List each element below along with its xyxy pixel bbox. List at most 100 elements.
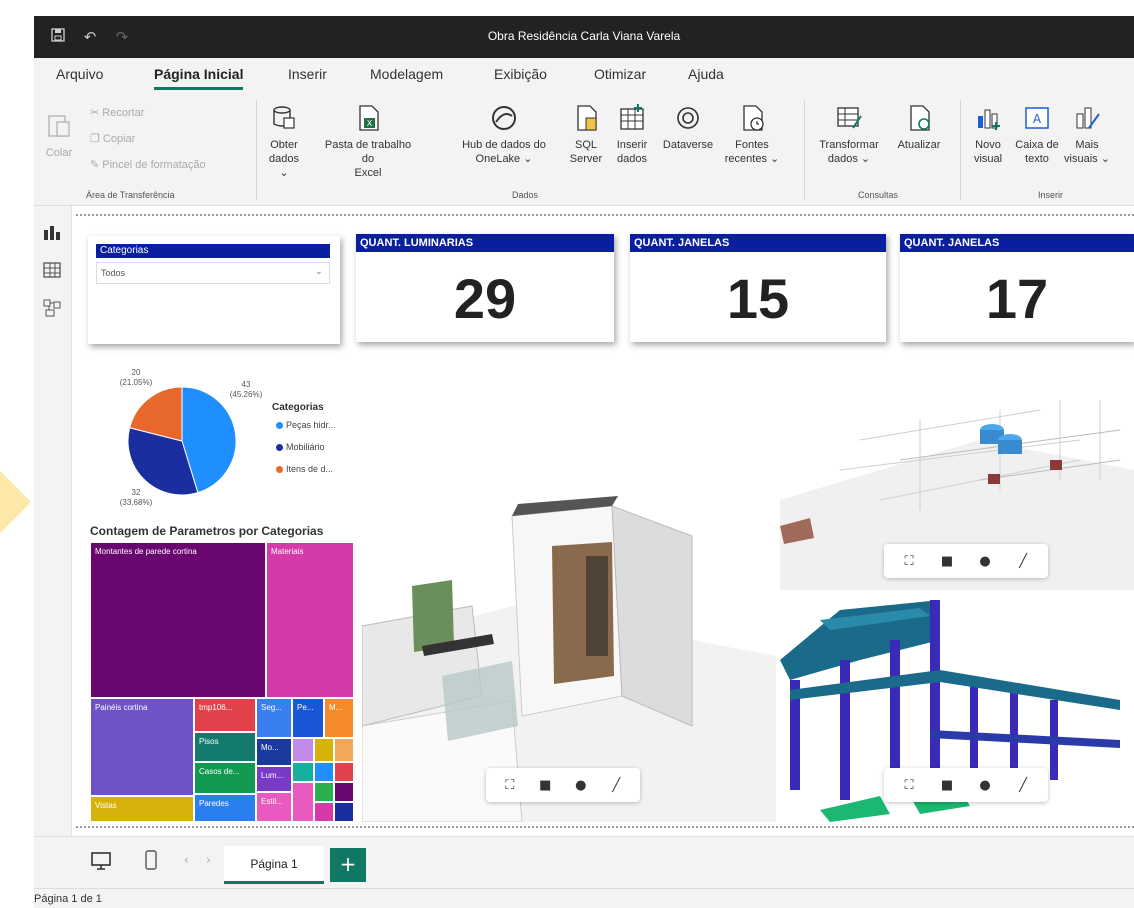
database-icon — [273, 106, 295, 129]
treemap-tile[interactable]: Paredes — [194, 794, 256, 822]
refresh-button[interactable]: Atualizar — [892, 104, 946, 152]
3d-viewer-house[interactable]: ⛶ ■ ● ╱ — [362, 496, 776, 822]
treemap-tile[interactable] — [292, 782, 314, 822]
onelake-label-1: Hub de dados do — [462, 139, 546, 151]
tile-label: Paredes — [199, 799, 229, 808]
treemap-tile[interactable]: Lum... — [256, 766, 292, 792]
treemap-tile[interactable] — [314, 738, 334, 762]
treemap-tile[interactable]: Casos de... — [194, 762, 256, 794]
treemap-tile[interactable] — [314, 782, 334, 802]
treemap-tile[interactable]: Painéis cortina — [90, 698, 194, 796]
paste-label: Colar — [45, 147, 73, 159]
slicer-dropdown[interactable]: Todos ⌄ — [96, 262, 330, 284]
category-treemap[interactable]: Montantes de parede cortina Materiais Pa… — [90, 542, 354, 822]
camera-icon[interactable]: ■ — [534, 778, 556, 793]
pie-value: 20 — [131, 368, 141, 377]
treemap-tile[interactable] — [334, 802, 354, 822]
more-visuals-button[interactable]: Mais visuais ⌄ — [1064, 104, 1110, 166]
treemap-tile[interactable]: Seg... — [256, 698, 292, 738]
excel-workbook-button[interactable]: X Pasta de trabalho do Excel — [320, 104, 416, 180]
tab-otimizar[interactable]: Otimizar — [594, 66, 646, 82]
tab-modelagem[interactable]: Modelagem — [370, 66, 443, 82]
new-visual-button[interactable]: Novo visual — [968, 104, 1008, 166]
copy-button[interactable]: ❐ Copiar — [90, 132, 135, 145]
pie-label-pecas: 43 (45.26%) — [222, 380, 270, 400]
recent-label-1: Fontes — [735, 139, 769, 151]
sql-server-button[interactable]: SQL Server — [566, 104, 606, 166]
textbox-button[interactable]: A Caixa de texto — [1014, 104, 1060, 166]
treemap-tile[interactable] — [334, 762, 354, 782]
camera-icon[interactable]: ■ — [936, 778, 958, 793]
report-view-icon[interactable] — [42, 222, 62, 242]
treemap-tile[interactable] — [334, 738, 354, 762]
textbox-icon: A — [1025, 107, 1049, 129]
treemap-tile[interactable]: Estil... — [256, 792, 292, 822]
kpi-label: QUANT. JANELAS — [900, 234, 1134, 252]
recent-sources-button[interactable]: Fontes recentes ⌄ — [724, 104, 780, 166]
legend-label: Itens de d... — [286, 464, 334, 474]
slicer-value: Todos — [101, 268, 126, 278]
paste-button[interactable]: Colar — [42, 112, 76, 160]
treemap-tile[interactable]: Vistas — [90, 796, 194, 822]
table-view-icon[interactable] — [42, 260, 62, 280]
treemap-tile[interactable]: Pisos — [194, 732, 256, 762]
legend-item-mobiliario[interactable]: Mobiliário — [276, 442, 325, 452]
3d-viewer-plumbing[interactable]: ⛶ ■ ● ╱ — [780, 380, 1134, 590]
format-painter-button[interactable]: ✎ Pincel de formatação — [90, 158, 206, 171]
cube-icon[interactable]: ● — [974, 778, 996, 793]
tab-pagina-inicial[interactable]: Página Inicial — [154, 66, 244, 90]
refresh-label: Atualizar — [897, 139, 941, 151]
fit-view-icon[interactable]: ⛶ — [499, 778, 521, 793]
brush-icon: ✎ — [90, 159, 103, 171]
camera-icon[interactable]: ■ — [936, 554, 958, 569]
ribbon-divider — [960, 100, 961, 200]
cut-button[interactable]: ✂ Recortar — [90, 106, 144, 119]
tab-arquivo[interactable]: Arquivo — [56, 66, 103, 82]
brush-icon[interactable]: ╱ — [1012, 554, 1034, 569]
treemap-tile[interactable] — [314, 762, 334, 782]
cube-icon[interactable]: ● — [570, 778, 592, 793]
next-page-icon[interactable]: › — [206, 853, 211, 867]
tile-label: Estil... — [261, 797, 283, 806]
onelake-icon — [492, 106, 516, 130]
cube-icon[interactable]: ● — [974, 554, 996, 569]
viewer-toolbar: ⛶ ■ ● ╱ — [884, 768, 1048, 802]
brush-icon[interactable]: ╱ — [1012, 778, 1034, 793]
get-data-label-2: dados ⌄ — [269, 153, 299, 179]
fit-view-icon[interactable]: ⛶ — [898, 778, 920, 793]
page-tab-1[interactable]: Página 1 — [224, 846, 324, 884]
treemap-tile[interactable] — [292, 738, 314, 762]
treemap-tile[interactable]: Pe... — [292, 698, 324, 738]
treemap-tile[interactable] — [334, 782, 354, 802]
dataverse-button[interactable]: Dataverse — [660, 104, 716, 152]
category-slicer[interactable]: Categorias Todos ⌄ — [88, 236, 340, 344]
onelake-hub-button[interactable]: Hub de dados do OneLake ⌄ — [454, 104, 554, 166]
treemap-tile[interactable]: Materiais — [266, 542, 354, 698]
treemap-tile[interactable] — [314, 802, 334, 822]
treemap-tile[interactable]: M... — [324, 698, 354, 738]
treemap-tile[interactable]: tmp106... — [194, 698, 256, 732]
treemap-tile[interactable]: Montantes de parede cortina — [90, 542, 266, 698]
tab-ajuda[interactable]: Ajuda — [688, 66, 724, 82]
legend-item-itens[interactable]: Itens de d... — [276, 464, 333, 474]
transform-label-2: dados ⌄ — [827, 153, 871, 165]
3d-viewer-structure[interactable]: ⛶ ■ ● ╱ — [780, 600, 1134, 822]
get-data-button[interactable]: Obter dados ⌄ — [264, 104, 304, 180]
tab-exibicao[interactable]: Exibição — [494, 66, 547, 82]
transform-data-button[interactable]: Transformar dados ⌄ — [814, 104, 884, 166]
add-page-button[interactable]: + — [330, 848, 366, 882]
legend-item-pecas[interactable]: Peças hidr... — [276, 420, 336, 430]
svg-text:A: A — [1033, 112, 1042, 126]
excel-label-2: Excel — [354, 167, 382, 179]
desktop-layout-icon[interactable] — [90, 851, 112, 871]
model-view-icon[interactable] — [42, 298, 62, 318]
enter-data-button[interactable]: Inserir dados — [612, 104, 652, 166]
prev-page-icon[interactable]: ‹ — [184, 853, 189, 867]
brush-icon[interactable]: ╱ — [605, 778, 627, 793]
tab-inserir[interactable]: Inserir — [288, 66, 327, 82]
treemap-tile[interactable]: Mo... — [256, 738, 292, 766]
viewer-toolbar: ⛶ ■ ● ╱ — [486, 768, 640, 802]
treemap-tile[interactable] — [292, 762, 314, 782]
fit-view-icon[interactable]: ⛶ — [898, 554, 920, 569]
mobile-layout-icon[interactable] — [144, 849, 158, 871]
